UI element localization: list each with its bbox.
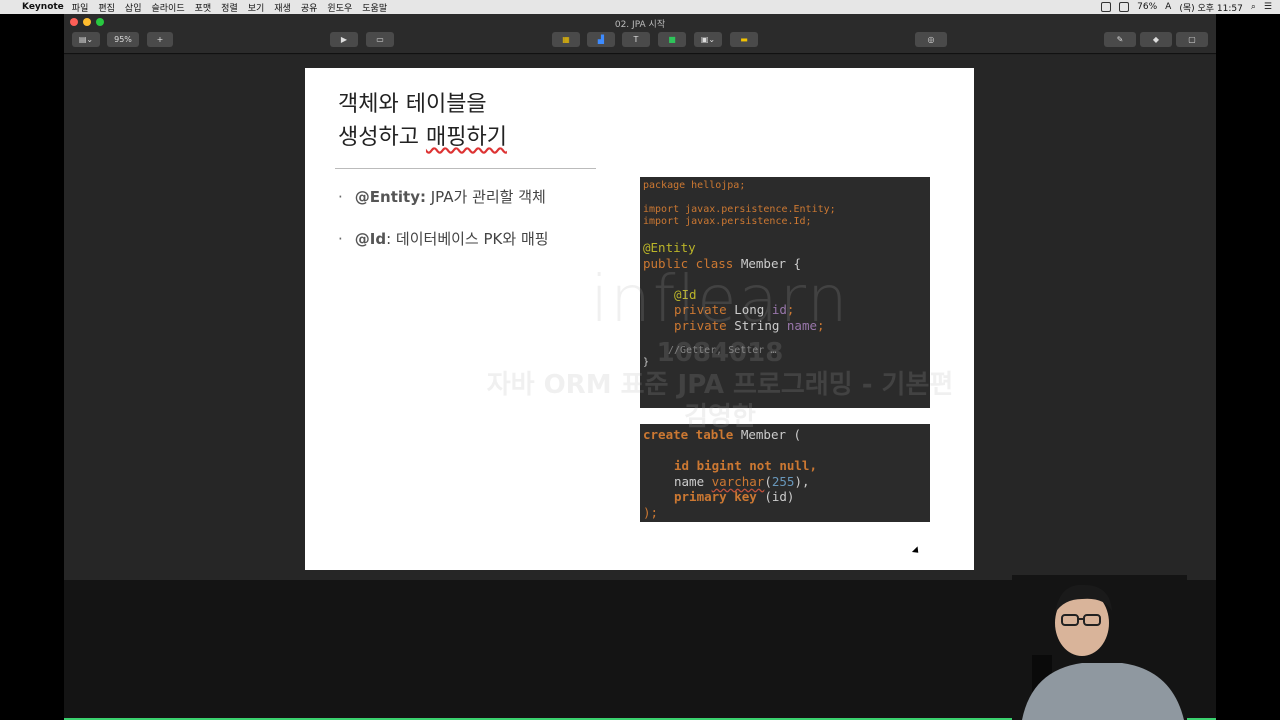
code-import-id: import javax.persistence.Id; [643,216,812,227]
sql-length: 255 [771,473,795,489]
sql-paren-close: ), [794,473,810,489]
menu-app-name[interactable]: Keynote [22,2,64,12]
menu-play[interactable]: 재생 [274,1,291,14]
title-line-2: 생성하고 매핑하기 [338,121,507,154]
title-divider [335,168,596,169]
presenter-webcam [1012,575,1187,720]
comment-button[interactable]: ▬ [730,32,758,47]
sql-line-name: name varchar(255), [643,474,927,490]
menu-edit[interactable]: 편집 [98,1,115,14]
media-button[interactable]: ▣⌄ [694,32,722,47]
collaborate-button[interactable]: ◎ [915,32,947,47]
slide[interactable]: 객체와 테이블을 생성하고 매핑하기 · @Entity: JPA가 관리할 객체… [305,68,974,570]
add-slide-button[interactable]: + [147,32,173,47]
code-class-kw: public class [643,255,734,271]
format-button[interactable]: ✎ [1104,32,1136,47]
menu-format[interactable]: 포맷 [195,1,212,14]
bullet-id-strong: @Id [354,230,387,248]
title-line-2-a: 생성하고 [338,125,426,150]
menu-arrange[interactable]: 정렬 [221,1,238,14]
bullet-entity-strong: @Entity: [354,188,426,206]
code-id-annotation: @Id [674,286,697,302]
code-field-name-name: name [786,317,818,333]
notification-center-icon[interactable]: ☰ [1264,2,1272,12]
bullet-id[interactable]: · @Id: 데이터베이스 PK와 매핑 [338,228,549,249]
menu-view[interactable]: 보기 [248,1,265,14]
sql-line-1: create table Member ( [643,427,927,443]
menu-file[interactable]: 파일 [72,1,89,14]
code-field-name-kw: private [674,317,727,333]
document-title: 02. JPA 시작 [614,20,666,30]
zoom-select[interactable]: 95% [107,32,139,47]
table-button[interactable]: ▦ [552,32,580,47]
menu-help[interactable]: 도움말 [362,1,387,14]
sql-name-col: name [674,473,712,489]
volume-icon[interactable] [1119,2,1130,12]
sql-table-name: Member ( [733,427,802,442]
code-import-entity: import javax.persistence.Entity; [643,204,836,215]
animate-button[interactable]: ◆ [1140,32,1172,47]
status-area: 76% A (목) 오후 11:57 ⌕ ☰ [1101,0,1272,14]
sql-create-kw: create table [643,427,734,442]
menu-window[interactable]: 윈도우 [327,1,352,14]
code-close-brace: } [643,357,650,368]
text-button[interactable]: T [622,32,650,47]
menu-bar: Keynote 파일 편집 삽입 슬라이드 포맷 정렬 보기 재생 공유 윈도우… [0,0,1280,14]
sql-code-block[interactable]: create table Member ( id bigint not null… [640,424,930,522]
sql-line-id: id bigint not null, [674,458,817,473]
menu-share[interactable]: 공유 [301,1,318,14]
code-package: package hellojpa; [643,180,746,191]
code-entity-annotation: @Entity [643,240,696,255]
sql-pk-col: (id) [756,489,795,504]
bullet-entity[interactable]: · @Entity: JPA가 관리할 객체 [338,186,546,207]
code-class-name: Member { [733,255,802,271]
battery-percent[interactable]: 76% [1137,2,1157,12]
title-line-1: 객체와 테이블을 [338,92,487,117]
chart-button[interactable]: ▟ [587,32,615,47]
view-menu-button[interactable]: ▤⌄ [72,32,100,47]
slide-title[interactable]: 객체와 테이블을 생성하고 매핑하기 [338,88,507,154]
input-source[interactable]: A [1165,2,1171,12]
sql-paren-open: ( [764,473,772,489]
code-field-id-name: id [771,302,787,317]
code-field-name: private String name; [674,317,825,333]
play-button[interactable]: ▶ [330,32,358,47]
search-icon[interactable]: ⌕ [1251,2,1256,12]
code-field-id-type: Long [726,302,772,317]
menu-slide[interactable]: 슬라이드 [151,1,184,14]
document-button[interactable]: ▢ [1176,32,1208,47]
code-class-decl: public class Member { [643,256,927,272]
java-code-block[interactable]: package hellojpa; import javax.persisten… [640,177,930,408]
code-comment: //Getter, Setter … [668,345,777,356]
slide-canvas: 객체와 테이블을 생성하고 매핑하기 · @Entity: JPA가 관리할 객체… [64,55,1216,580]
bullet-entity-text: JPA가 관리할 객체 [425,188,546,206]
sql-varchar: varchar [711,473,765,489]
bullet-id-text: : 데이터베이스 PK와 매핑 [386,230,549,248]
sql-line-pk: primary key (id) [643,489,927,505]
title-bar: 02. JPA 시작 ▤⌄ 95% + ▶ ▭ ▦ ▟ T ■ ▣⌄ ▬ ◎ ✎… [64,14,1216,54]
title-line-2-b: 매핑하기 [425,125,507,150]
keynote-live-button[interactable]: ▭ [366,32,394,47]
mouse-cursor-icon [911,546,922,556]
code-field-id-kw: private [674,302,727,317]
wifi-icon[interactable] [1101,2,1112,12]
sql-pk-kw: primary key [674,489,757,504]
sql-line-end: ); [643,504,659,520]
code-field-name-type: String [726,317,787,333]
shape-button[interactable]: ■ [658,32,686,47]
clock[interactable]: (목) 오후 11:57 [1179,1,1243,14]
menu-insert[interactable]: 삽입 [125,1,142,14]
code-field-id: private Long id; [674,302,795,317]
